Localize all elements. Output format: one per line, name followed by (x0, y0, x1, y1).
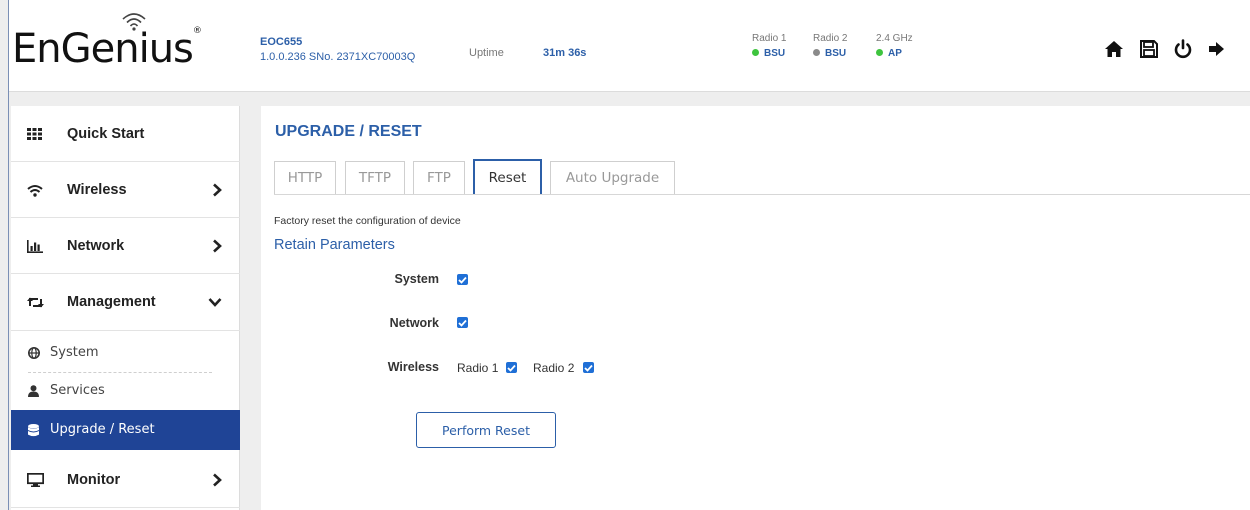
tab-auto-upgrade[interactable]: Auto Upgrade (550, 161, 675, 194)
perform-reset-button[interactable]: Perform Reset (416, 412, 556, 448)
sidebar-item-management[interactable]: Management (11, 274, 240, 331)
system-label: System (394, 272, 439, 286)
wireless-label: Wireless (387, 360, 439, 374)
sidebar-item-label: Quick Start (67, 126, 145, 142)
wifi-icon (27, 162, 43, 218)
grid-icon (27, 106, 42, 162)
sidebar-item-wireless[interactable]: Wireless (11, 162, 240, 218)
engenius-logo: EnGenius® (12, 26, 202, 72)
status-dot (752, 48, 759, 56)
check-icon (458, 319, 467, 327)
sidebar-item-label: Management (67, 294, 156, 310)
chevron-right-icon (212, 162, 222, 218)
system-checkbox[interactable] (457, 274, 468, 285)
tab-bar: HTTP TFTP FTP Reset Auto Upgrade (274, 158, 1250, 195)
tab-ftp[interactable]: FTP (413, 161, 465, 194)
sidebar-item-network[interactable]: Network (11, 218, 240, 274)
sidebar-item-label: Wireless (67, 182, 127, 198)
top-header: EnGenius® EOC655 1.0.0.236 SNo. 2371XC70… (9, 0, 1250, 92)
sidebar-item-label: Monitor (67, 472, 121, 488)
radio1-checkbox[interactable] (506, 362, 517, 373)
device-info: EOC655 1.0.0.236 SNo. 2371XC70003Q (260, 35, 415, 65)
tab-tftp[interactable]: TFTP (345, 161, 405, 194)
sidebar-subitem-system[interactable]: System (11, 333, 240, 373)
sidebar-subitem-label: System (50, 345, 99, 360)
logo-wifi-icon (122, 13, 146, 31)
network-checkbox[interactable] (457, 317, 468, 328)
status-dot (813, 48, 820, 56)
tab-http[interactable]: HTTP (274, 161, 336, 194)
uptime-label: Uptime (469, 47, 504, 59)
reset-description: Factory reset the configuration of devic… (274, 215, 461, 227)
user-icon (28, 371, 39, 411)
globe-icon (28, 333, 40, 373)
status-dot (876, 48, 883, 56)
power-icon[interactable] (1172, 38, 1194, 60)
database-icon (28, 410, 39, 450)
check-icon (507, 364, 516, 372)
sidebar-subitem-services[interactable]: Services (11, 371, 240, 411)
sidebar-subitem-label: Services (50, 383, 105, 398)
sidebar-item-quick-start[interactable]: Quick Start (11, 106, 240, 162)
logout-icon[interactable] (1206, 38, 1228, 60)
uptime-value: 31m 36s (543, 47, 587, 59)
section-title: Retain Parameters (274, 237, 395, 253)
radio1-status: Radio 1 BSU (752, 33, 787, 59)
radio2-label: Radio 2 (533, 361, 575, 375)
page-title: UPGRADE / RESET (275, 123, 422, 140)
bar-chart-icon (27, 218, 43, 274)
network-label: Network (389, 316, 439, 330)
device-model: EOC655 (260, 36, 303, 48)
chevron-right-icon (212, 218, 222, 274)
sidebar-subitem-label: Upgrade / Reset (50, 422, 155, 437)
sidebar-subitem-upgrade-reset[interactable]: Upgrade / Reset (11, 410, 240, 450)
device-firmware-serial: 1.0.0.236 SNo. 2371XC70003Q (260, 51, 416, 63)
chevron-down-icon (208, 274, 222, 330)
radio1-label: Radio 1 (457, 361, 499, 375)
check-icon (584, 364, 593, 372)
radio2-checkbox[interactable] (583, 362, 594, 373)
chevron-right-icon (212, 452, 222, 508)
sidebar-item-monitor[interactable]: Monitor (11, 452, 240, 508)
radio2-status: Radio 2 BSU (813, 33, 848, 59)
main-content: UPGRADE / RESET HTTP TFTP FTP Reset Auto… (261, 106, 1250, 510)
tab-reset[interactable]: Reset (473, 159, 542, 194)
check-icon (458, 276, 467, 284)
retweet-icon (27, 274, 44, 330)
save-icon[interactable] (1138, 38, 1160, 60)
band-status: 2.4 GHz AP (876, 33, 913, 59)
sidebar-nav: Quick Start Wireless Network Management … (11, 106, 240, 510)
home-icon[interactable] (1103, 38, 1125, 60)
monitor-icon (27, 452, 44, 508)
sidebar-item-label: Network (67, 238, 125, 254)
